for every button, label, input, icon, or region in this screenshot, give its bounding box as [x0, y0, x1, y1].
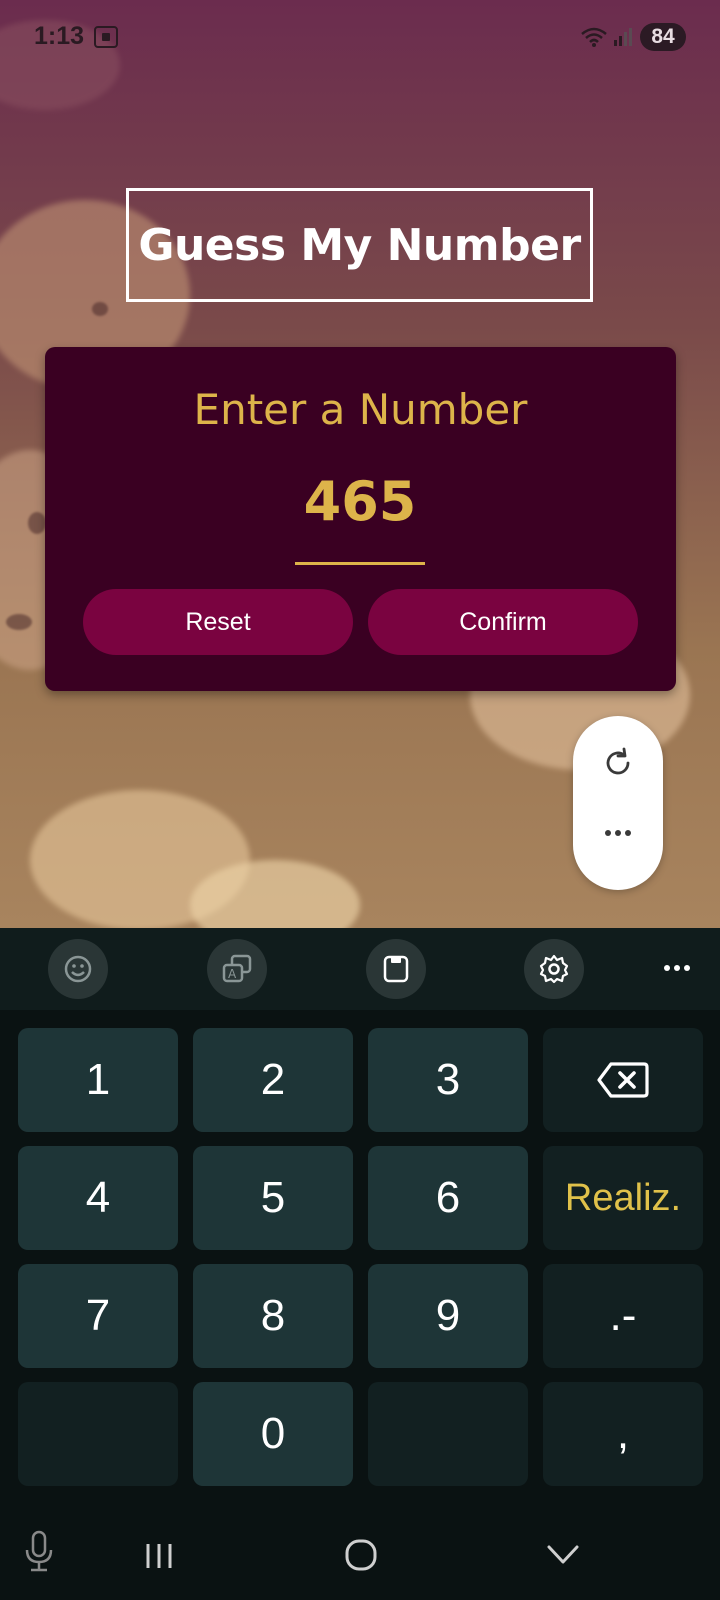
microphone-icon[interactable] [22, 1530, 56, 1574]
key-5[interactable]: 5 [193, 1146, 353, 1250]
input-underline [295, 562, 425, 565]
more-icon[interactable] [601, 826, 635, 840]
background-dot [28, 512, 46, 534]
background-dot [92, 302, 108, 316]
empty-key [368, 1382, 528, 1486]
hide-keyboard-icon[interactable] [546, 1544, 580, 1566]
page-title: Guess My Number [138, 219, 581, 271]
home-icon[interactable] [344, 1538, 378, 1572]
reset-button[interactable]: Reset [83, 589, 353, 655]
backspace-key[interactable] [543, 1028, 703, 1132]
empty-key [18, 1382, 178, 1486]
key-1[interactable]: 1 [18, 1028, 178, 1132]
card-heading: Enter a Number [193, 385, 528, 434]
translate-icon[interactable]: A [207, 939, 267, 999]
key-8[interactable]: 8 [193, 1264, 353, 1368]
key-3[interactable]: 3 [368, 1028, 528, 1132]
number-input[interactable] [295, 470, 425, 532]
emoji-icon[interactable] [48, 939, 108, 999]
floating-panel [573, 716, 663, 890]
screenshot-icon [94, 26, 118, 48]
more-icon[interactable] [662, 962, 692, 974]
key-7[interactable]: 7 [18, 1264, 178, 1368]
keyboard-toolbar: A [0, 928, 720, 1010]
done-key[interactable]: Realiz. [543, 1146, 703, 1250]
comma-key[interactable]: , [543, 1382, 703, 1486]
clipboard-icon[interactable] [366, 939, 426, 999]
key-6[interactable]: 6 [368, 1146, 528, 1250]
svg-text:A: A [228, 967, 237, 981]
recent-apps-icon[interactable] [142, 1542, 176, 1570]
background-dot [6, 614, 32, 630]
battery-badge: 84 [640, 23, 686, 51]
navigation-bar [0, 1500, 720, 1600]
status-bar: 1:13 84 [0, 0, 720, 76]
status-time: 1:13 [34, 22, 85, 50]
wifi-icon [581, 27, 607, 47]
guess-card: Enter a Number Reset Confirm [45, 347, 676, 691]
backspace-icon [597, 1062, 649, 1098]
key-0[interactable]: 0 [193, 1382, 353, 1486]
signal-icon [614, 28, 632, 46]
settings-icon[interactable] [524, 939, 584, 999]
key-2[interactable]: 2 [193, 1028, 353, 1132]
key-4[interactable]: 4 [18, 1146, 178, 1250]
title-box: Guess My Number [126, 188, 593, 302]
dot-minus-key[interactable]: .- [543, 1264, 703, 1368]
confirm-button[interactable]: Confirm [368, 589, 638, 655]
key-9[interactable]: 9 [368, 1264, 528, 1368]
refresh-icon[interactable] [601, 746, 635, 780]
